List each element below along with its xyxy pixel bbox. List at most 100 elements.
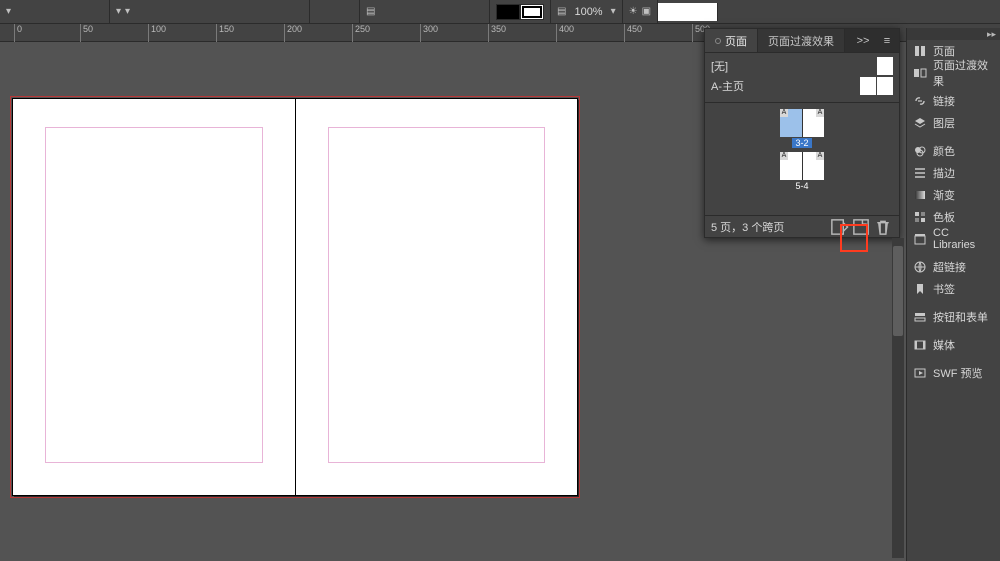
- pages-thumbs-area[interactable]: A A 3-2 A A 5-4: [705, 103, 899, 215]
- pages-panel[interactable]: 页面 页面过渡效果 >> ≡ [无] A-主页 A A 3-2: [704, 28, 900, 238]
- dock-item-swatches[interactable]: 色板: [907, 206, 1000, 228]
- ruler-tick: 250: [352, 24, 370, 42]
- panel-footer: 5 页，3 个跨页: [705, 215, 899, 237]
- dock-item-swf-preview[interactable]: SWF 预览: [907, 362, 1000, 384]
- screen-mode-icon[interactable]: ▣: [642, 6, 651, 17]
- dock-item-gradient[interactable]: 渐变: [907, 184, 1000, 206]
- ruler-tick: 100: [148, 24, 166, 42]
- dock-item-transitions[interactable]: 页面过渡效果: [907, 62, 1000, 84]
- zoom-value[interactable]: 100%: [570, 3, 606, 21]
- dock-label: 链接: [933, 93, 955, 109]
- dock-item-media[interactable]: 媒体: [907, 334, 1000, 356]
- dock-item-stroke[interactable]: 描边: [907, 162, 1000, 184]
- page-thumb[interactable]: A: [802, 109, 824, 137]
- tab-page-transitions[interactable]: 页面过渡效果: [758, 29, 845, 52]
- dock-item-color[interactable]: 颜色: [907, 140, 1000, 162]
- dock-item-buttons-forms[interactable]: 按钮和表单: [907, 306, 1000, 328]
- master-none-row[interactable]: [无]: [711, 56, 893, 76]
- ruler-tick: 400: [556, 24, 574, 42]
- spread-label: 5-4: [792, 181, 811, 191]
- page-thumb[interactable]: A: [802, 152, 824, 180]
- dock-label: 图层: [933, 115, 955, 131]
- swatches-icon: [913, 210, 927, 224]
- stroke-icon: [913, 166, 927, 180]
- ruler-tick: 0: [14, 24, 22, 42]
- dropdown-icon[interactable]: ▾: [611, 6, 616, 17]
- master-none-thumb[interactable]: [877, 57, 893, 75]
- dropdown-icon: ▾: [6, 6, 11, 17]
- dock-label: 书签: [933, 281, 955, 297]
- dropdown-icon: ▾: [125, 6, 130, 17]
- swf-preview-icon: [913, 366, 927, 380]
- ruler-tick: 150: [216, 24, 234, 42]
- page-right[interactable]: [295, 99, 578, 495]
- margin-guide: [45, 127, 263, 463]
- toolbar-section: [310, 0, 360, 24]
- master-marker: A: [780, 152, 788, 160]
- new-page-icon: [851, 217, 871, 237]
- panel-menu-button[interactable]: ≡: [875, 29, 899, 52]
- master-marker: A: [780, 109, 788, 117]
- media-icon: [913, 338, 927, 352]
- master-none-label: [无]: [711, 58, 728, 74]
- scrollbar-thumb[interactable]: [893, 246, 903, 336]
- toolbar-section: ▾▾: [110, 0, 310, 24]
- zoom-icon: ▤: [557, 6, 566, 17]
- blank-field[interactable]: [658, 3, 718, 21]
- master-marker: A: [816, 109, 824, 117]
- fill-swatch[interactable]: [496, 4, 520, 20]
- master-a-row[interactable]: A-主页: [711, 76, 893, 96]
- spread-thumb[interactable]: A A 5-4: [780, 152, 824, 191]
- dock-label: SWF 预览: [933, 365, 983, 381]
- top-control-bar: ▾ ▾▾ ▤ ▤ 100% ▾ ☀▣: [0, 0, 1000, 24]
- page-thumb-selected[interactable]: A: [780, 109, 802, 137]
- align-icon[interactable]: ▤: [366, 6, 375, 17]
- dock-label: 色板: [933, 209, 955, 225]
- dock-label: 超链接: [933, 259, 966, 275]
- tab-indicator-icon: [715, 38, 721, 44]
- edit-page-size-button[interactable]: [829, 217, 849, 237]
- dock-label: 渐变: [933, 187, 955, 203]
- dock-label: CC Libraries: [933, 227, 994, 251]
- panel-scrollbar[interactable]: [892, 238, 904, 558]
- page-size-icon: [829, 217, 849, 237]
- new-page-button[interactable]: [851, 217, 871, 237]
- pages-icon: [913, 44, 927, 58]
- masters-section: [无] A-主页: [705, 53, 899, 103]
- dock-label: 页面过渡效果: [933, 57, 994, 89]
- buttons-forms-icon: [913, 310, 927, 324]
- master-a-thumb-right[interactable]: [877, 77, 893, 95]
- stroke-swatch[interactable]: [520, 4, 544, 20]
- transitions-icon: [913, 66, 927, 80]
- ruler-tick: 450: [624, 24, 642, 42]
- dock-item-links[interactable]: 链接: [907, 90, 1000, 112]
- spread-label: 3-2: [792, 138, 811, 148]
- pages-status-text: 5 页，3 个跨页: [711, 219, 829, 235]
- master-marker: A: [816, 152, 824, 160]
- document-spread[interactable]: [12, 98, 578, 496]
- bookmarks-icon: [913, 282, 927, 296]
- page-left[interactable]: [13, 99, 295, 495]
- delete-page-button[interactable]: [873, 217, 893, 237]
- view-options-section: ☀▣: [623, 0, 658, 24]
- master-a-thumb-left[interactable]: [860, 77, 876, 95]
- ruler-tick: 50: [80, 24, 93, 42]
- zoom-section[interactable]: ▤ 100% ▾: [551, 0, 623, 24]
- dock-label: 媒体: [933, 337, 955, 353]
- dock-collapse-bar[interactable]: ▸▸: [907, 28, 1000, 40]
- fill-stroke-section: [490, 0, 551, 24]
- panel-collapse-button[interactable]: >>: [851, 29, 875, 52]
- tab-pages[interactable]: 页面: [705, 29, 758, 52]
- dock-label: 按钮和表单: [933, 309, 988, 325]
- dock-item-bookmarks[interactable]: 书签: [907, 278, 1000, 300]
- toolbar-section: ▾: [0, 0, 110, 24]
- dock-item-layers[interactable]: 图层: [907, 112, 1000, 134]
- dock-item-hyperlinks[interactable]: 超链接: [907, 256, 1000, 278]
- trash-icon: [873, 217, 893, 237]
- dock-item-cc-libraries[interactable]: CC Libraries: [907, 228, 1000, 250]
- layers-icon: [913, 116, 927, 130]
- dropdown-icon: ▾: [116, 6, 121, 17]
- screen-mode-icon[interactable]: ☀: [629, 6, 638, 17]
- spread-thumb[interactable]: A A 3-2: [780, 109, 824, 148]
- page-thumb[interactable]: A: [780, 152, 802, 180]
